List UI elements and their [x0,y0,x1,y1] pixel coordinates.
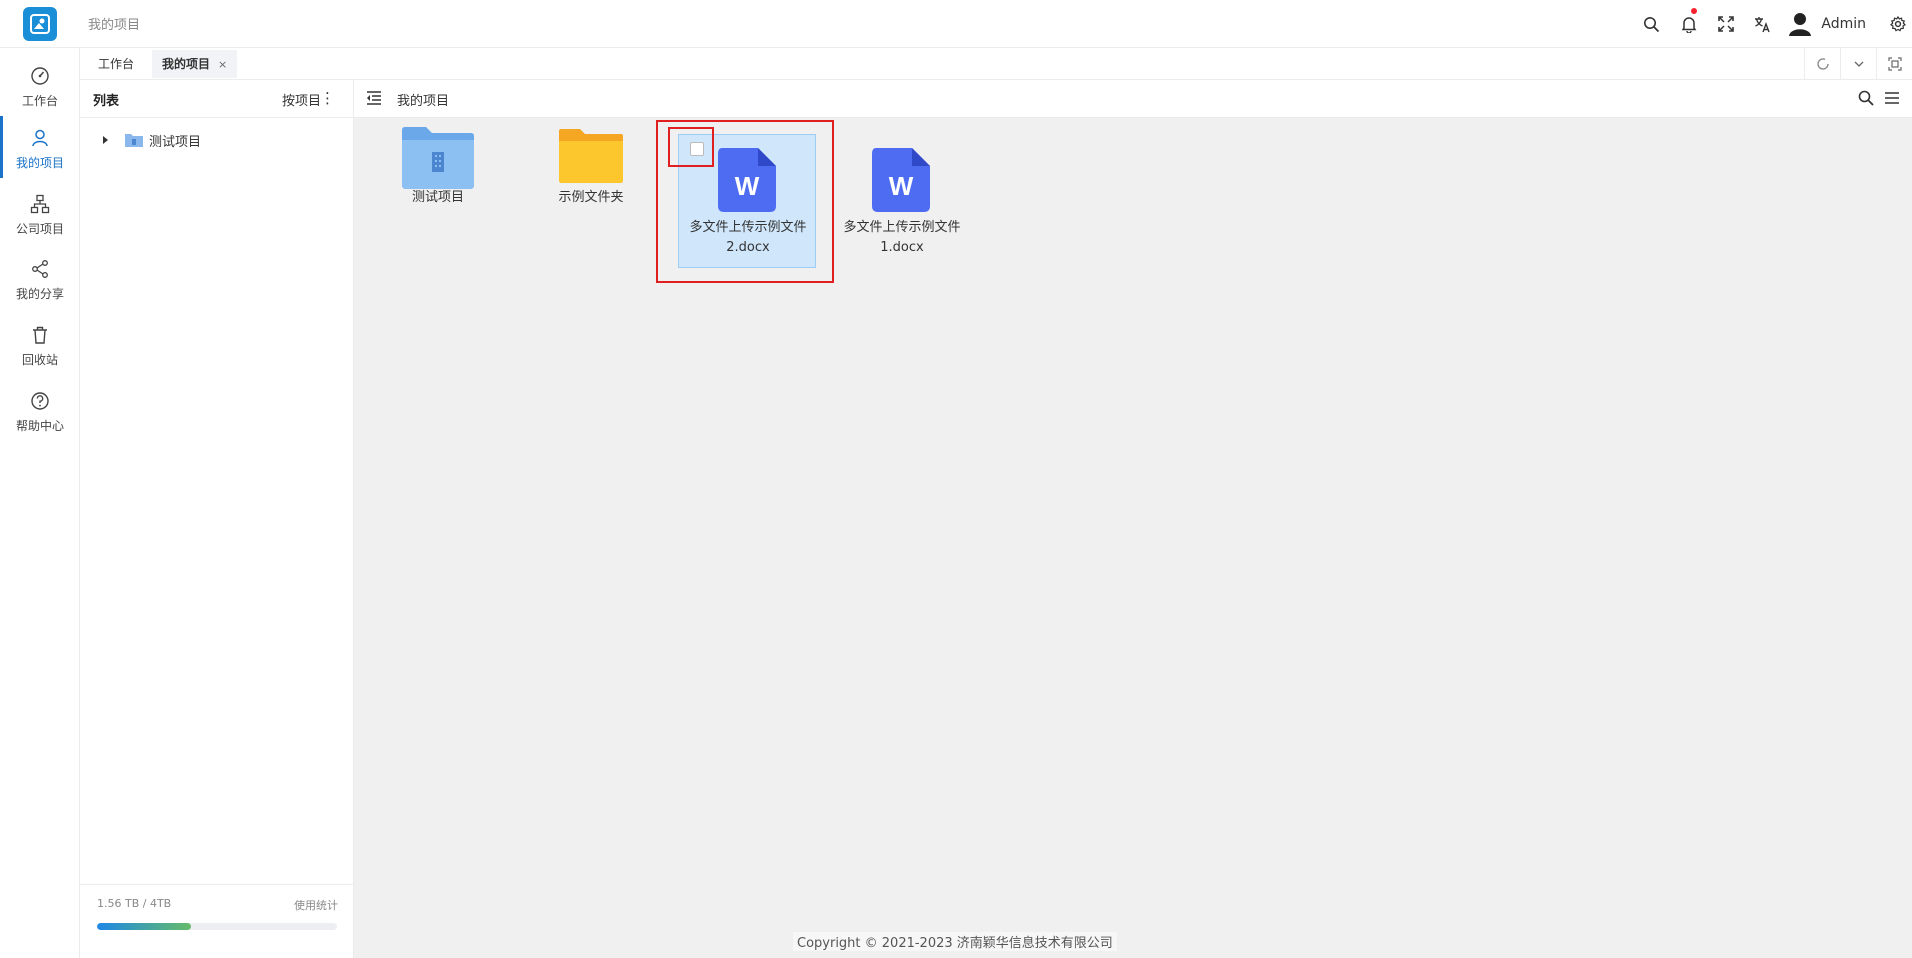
storage-usage: 1.56 TB / 4TB 使用统计 [80,884,354,958]
dashboard-icon [31,67,49,85]
nav-item-recycle-bin[interactable]: 回收站 [0,313,80,375]
settings-button[interactable] [1884,0,1912,48]
panel-title: 列表 [93,94,120,109]
trash-icon [33,326,47,344]
annotation-checkbox-box [668,127,714,167]
notification-dot [1691,8,1698,14]
username: Admin [1821,16,1866,32]
tab-workbench[interactable]: 工作台 [88,50,144,78]
gear-icon [1890,16,1906,32]
tab-dropdown-button[interactable] [1840,48,1876,80]
top-toolbar: Admin [1633,0,1912,48]
avatar-icon [1789,13,1812,36]
storage-progress-bar [97,923,337,930]
tab-label: 工作台 [98,57,135,71]
file-name-line2: 1.docx [880,240,924,255]
file-item-docx-1[interactable]: W 多文件上传示例文件 1.docx [832,134,972,270]
tree-item-test-project[interactable]: 测试项目 [100,130,201,150]
bell-icon [1681,16,1697,33]
top-bar: 我的项目 Admin [0,0,1912,48]
file-name-line1: 多文件上传示例文件 [843,220,961,235]
translate-icon [1755,16,1771,32]
panel-header: 列表 按项目 ⋮ [80,80,353,118]
nav-label: 我的项目 [15,156,64,170]
tree-item-label: 测试项目 [149,134,202,150]
file-item-example-folder[interactable]: 示例文件夹 [521,120,661,220]
nav-item-company-projects[interactable]: 公司项目 [0,182,80,244]
collapse-sidebar-icon[interactable] [366,90,382,106]
file-name: 测试项目 [411,190,464,205]
left-navigation: 工作台 我的项目 公司项目 我的分享 回收站 帮助中心 [0,48,80,958]
menu-icon[interactable] [1884,90,1900,106]
tab-close-button[interactable]: × [218,58,227,71]
fullscreen-icon [1718,16,1734,32]
notification-button[interactable] [1670,0,1707,48]
project-list-panel: 列表 按项目 ⋮ 测试项目 1.56 TB / 4TB 使用统计 [80,80,354,958]
project-folder-icon [125,134,143,147]
nav-label: 帮助中心 [15,419,64,433]
expand-caret-icon[interactable] [103,136,108,144]
nav-label: 我的分享 [15,287,64,301]
footer-copyright: Copyright © 2021-2023 济南颖华信息技术有限公司 [793,932,1117,951]
folder-icon [559,129,623,183]
tab-label: 我的项目 [162,57,211,71]
file-item-test-project[interactable]: 测试项目 [368,120,508,220]
storage-text: 1.56 TB / 4TB [97,897,172,910]
search-icon[interactable] [1858,90,1874,106]
tabs-bar: 工作台 我的项目 × [80,48,1912,80]
breadcrumb: 我的项目 [88,18,141,33]
main-title: 我的项目 [397,94,450,109]
refresh-tab-button[interactable] [1804,48,1840,80]
app-logo[interactable] [23,7,57,41]
storage-progress-fill [97,923,191,930]
nav-item-my-shares[interactable]: 我的分享 [0,247,80,309]
tab-tools [1804,48,1912,80]
maximize-icon [1887,57,1902,71]
sort-by-project-button[interactable]: 按项目 [282,90,321,109]
refresh-icon [1816,58,1829,70]
word-letter: W [889,171,914,201]
word-document-icon: W [872,148,930,212]
search-icon [1644,16,1660,32]
fullscreen-button[interactable] [1707,0,1744,48]
share-icon [32,260,48,278]
logo-icon [30,14,50,34]
user-icon [32,129,48,147]
nav-item-my-projects[interactable]: 我的项目 [0,116,80,178]
project-folder-icon [402,127,474,189]
nav-label: 回收站 [21,353,58,367]
user-menu[interactable]: Admin [1781,0,1884,48]
main-content: 我的项目 测试项目 示例文件夹 W 多文件上传示例文件 2.docx W 多文件… [354,80,1912,958]
nav-item-workbench[interactable]: 工作台 [0,54,80,116]
maximize-tab-button[interactable] [1876,48,1912,80]
search-button[interactable] [1633,0,1670,48]
file-name: 示例文件夹 [558,190,624,205]
nav-label: 公司项目 [15,222,64,236]
language-button[interactable] [1744,0,1781,48]
nav-label: 工作台 [21,94,58,108]
chevron-down-icon [1854,61,1863,67]
tab-my-projects[interactable]: 我的项目 × [152,50,238,78]
main-header: 我的项目 [354,80,1912,118]
usage-stats-link[interactable]: 使用统计 [294,897,338,913]
more-options-button[interactable]: ⋮ [320,89,335,107]
help-icon [31,392,49,410]
nav-item-help-center[interactable]: 帮助中心 [0,379,80,441]
org-tree-icon [30,194,50,214]
